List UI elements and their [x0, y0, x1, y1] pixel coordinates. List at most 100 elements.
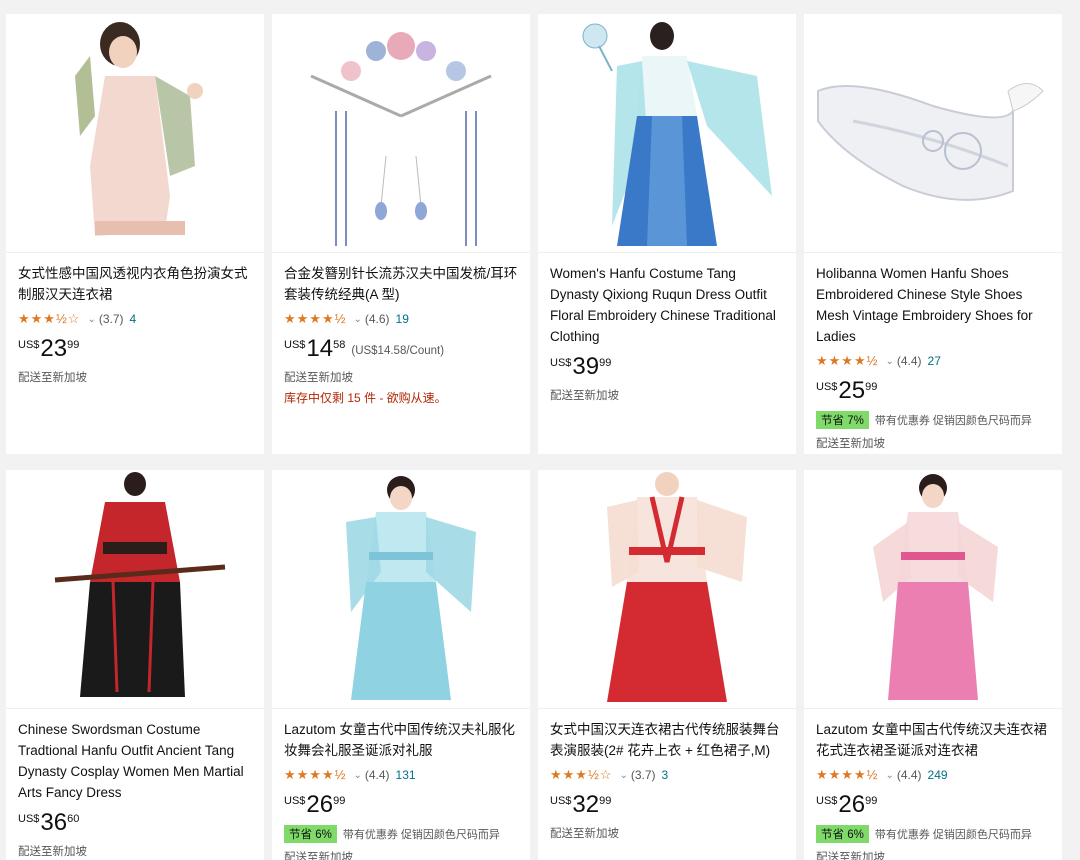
product-title[interactable]: Women's Hanfu Costume Tang Dynasty Qixio…: [550, 263, 784, 347]
shipping-note: 配送至新加坡: [816, 852, 885, 860]
price-whole: 26: [306, 791, 334, 818]
rating-row[interactable]: ★★★★½ ⌄ (4.6) 19: [284, 309, 518, 329]
product-image[interactable]: [6, 470, 264, 709]
product-card[interactable]: Chinese Swordsman Costume Tradtional Han…: [6, 470, 264, 860]
star-rating-icon: ★★★½☆: [550, 767, 613, 782]
savings-note: 带有优惠券 促销因颜色尺码而异: [342, 829, 500, 841]
rating-row[interactable]: ★★★½☆ ⌄ (3.7) 3: [550, 765, 784, 785]
shipping-note: 配送至新加坡: [284, 372, 353, 384]
product-title[interactable]: Chinese Swordsman Costume Tradtional Han…: [18, 719, 252, 803]
price: US$ 23 99: [18, 335, 252, 363]
star-rating-icon: ★★★★½: [284, 311, 347, 326]
rating-score: (4.4): [364, 768, 390, 782]
currency: US$: [816, 381, 838, 393]
product-title[interactable]: Lazutom 女童中国古代传统汉夫连衣裙花式连衣裙圣诞派对连衣裙: [816, 719, 1050, 761]
chevron-down-icon[interactable]: ⌄: [885, 356, 893, 367]
product-grid: 女式性感中国风透视内衣角色扮演女式制服汉天连衣裙 ★★★½☆ ⌄ (3.7) 4…: [0, 0, 1080, 860]
product-image[interactable]: [538, 470, 796, 709]
price: US$ 26 99: [816, 791, 1050, 819]
price-whole: 36: [40, 809, 68, 836]
price-fraction: 99: [67, 339, 80, 351]
shipping-note: 配送至新加坡: [816, 438, 885, 450]
review-count[interactable]: 4: [130, 312, 137, 326]
price-whole: 23: [40, 335, 68, 362]
star-rating-icon: ★★★½☆: [18, 311, 81, 326]
price-whole: 25: [838, 377, 866, 404]
rating-score: (3.7): [630, 768, 656, 782]
shipping-note: 配送至新加坡: [550, 390, 619, 402]
shipping-note: 配送至新加坡: [18, 372, 87, 384]
chevron-down-icon[interactable]: ⌄: [353, 314, 361, 325]
review-count[interactable]: 131: [396, 768, 416, 782]
rating-row[interactable]: ★★★½☆ ⌄ (3.7) 4: [18, 309, 252, 329]
star-rating-icon: ★★★★½: [816, 353, 879, 368]
currency: US$: [550, 795, 572, 807]
currency: US$: [284, 795, 306, 807]
price: US$ 14 58 (US$14.58/Count): [284, 335, 518, 363]
review-count[interactable]: 19: [396, 312, 409, 326]
price: US$ 26 99: [284, 791, 518, 819]
currency: US$: [284, 339, 306, 351]
savings-row: 节省 6% 带有优惠券 促销因颜色尺码而异: [284, 825, 518, 843]
review-count[interactable]: 249: [928, 768, 948, 782]
chevron-down-icon[interactable]: ⌄: [353, 770, 361, 781]
chevron-down-icon[interactable]: ⌄: [885, 770, 893, 781]
rating-score: (4.6): [364, 312, 390, 326]
product-title[interactable]: 女式中国汉天连衣裙古代传统服装舞台表演服装(2# 花卉上衣 + 红色裙子,M): [550, 719, 784, 761]
star-rating-icon: ★★★★½: [816, 767, 879, 782]
product-image[interactable]: [272, 14, 530, 253]
product-card[interactable]: Lazutom 女童中国古代传统汉夫连衣裙花式连衣裙圣诞派对连衣裙 ★★★★½ …: [804, 470, 1062, 860]
currency: US$: [550, 357, 572, 369]
product-image[interactable]: [538, 14, 796, 253]
rating-score: (4.4): [896, 768, 922, 782]
price: US$ 36 60: [18, 809, 252, 837]
product-card[interactable]: 女式性感中国风透视内衣角色扮演女式制服汉天连衣裙 ★★★½☆ ⌄ (3.7) 4…: [6, 14, 264, 454]
chevron-down-icon[interactable]: ⌄: [619, 770, 627, 781]
price-fraction: 99: [865, 381, 878, 393]
price-fraction: 99: [599, 795, 612, 807]
product-image[interactable]: [272, 470, 530, 709]
price: US$ 39 99: [550, 353, 784, 381]
product-card[interactable]: Lazutom 女童古代中国传统汉夫礼服化妆舞会礼服圣诞派对礼服 ★★★★½ ⌄…: [272, 470, 530, 860]
rating-row[interactable]: ★★★★½ ⌄ (4.4) 27: [816, 351, 1050, 371]
savings-note: 带有优惠券 促销因颜色尺码而异: [874, 829, 1032, 841]
product-title[interactable]: Holibanna Women Hanfu Shoes Embroidered …: [816, 263, 1050, 347]
price-fraction: 99: [599, 357, 612, 369]
price-whole: 26: [838, 791, 866, 818]
price-fraction: 58: [333, 339, 346, 351]
product-card[interactable]: 女式中国汉天连衣裙古代传统服装舞台表演服装(2# 花卉上衣 + 红色裙子,M) …: [538, 470, 796, 860]
savings-badge: 节省 7%: [816, 411, 869, 429]
product-title[interactable]: 女式性感中国风透视内衣角色扮演女式制服汉天连衣裙: [18, 263, 252, 305]
currency: US$: [18, 339, 40, 351]
shipping-note: 配送至新加坡: [550, 828, 619, 840]
price-whole: 32: [572, 791, 600, 818]
price-whole: 14: [306, 335, 334, 362]
price-fraction: 99: [333, 795, 346, 807]
currency: US$: [816, 795, 838, 807]
savings-row: 节省 7% 带有优惠券 促销因颜色尺码而异: [816, 411, 1050, 429]
savings-note: 带有优惠券 促销因颜色尺码而异: [874, 415, 1032, 427]
currency: US$: [18, 813, 40, 825]
rating-score: (3.7): [98, 312, 124, 326]
savings-badge: 节省 6%: [816, 825, 869, 843]
product-image[interactable]: [6, 14, 264, 253]
star-rating-icon: ★★★★½: [284, 767, 347, 782]
shipping-note: 配送至新加坡: [18, 846, 87, 858]
product-image[interactable]: [804, 14, 1062, 253]
rating-row[interactable]: ★★★★½ ⌄ (4.4) 131: [284, 765, 518, 785]
product-card[interactable]: 合金发簪别针长流苏汉夫中国发梳/耳环套装传统经典(A 型) ★★★★½ ⌄ (4…: [272, 14, 530, 454]
product-card[interactable]: Holibanna Women Hanfu Shoes Embroidered …: [804, 14, 1062, 454]
product-image[interactable]: [804, 470, 1062, 709]
rating-row[interactable]: ★★★★½ ⌄ (4.4) 249: [816, 765, 1050, 785]
product-title[interactable]: 合金发簪别针长流苏汉夫中国发梳/耳环套装传统经典(A 型): [284, 263, 518, 305]
product-title[interactable]: Lazutom 女童古代中国传统汉夫礼服化妆舞会礼服圣诞派对礼服: [284, 719, 518, 761]
price-fraction: 60: [67, 813, 80, 825]
chevron-down-icon[interactable]: ⌄: [87, 314, 95, 325]
review-count[interactable]: 3: [662, 768, 669, 782]
savings-badge: 节省 6%: [284, 825, 337, 843]
product-card[interactable]: Women's Hanfu Costume Tang Dynasty Qixio…: [538, 14, 796, 454]
savings-row: 节省 6% 带有优惠券 促销因颜色尺码而异: [816, 825, 1050, 843]
price: US$ 32 99: [550, 791, 784, 819]
review-count[interactable]: 27: [928, 354, 941, 368]
stock-warning: 库存中仅剩 15 件 - 欲购从速。: [284, 391, 447, 405]
